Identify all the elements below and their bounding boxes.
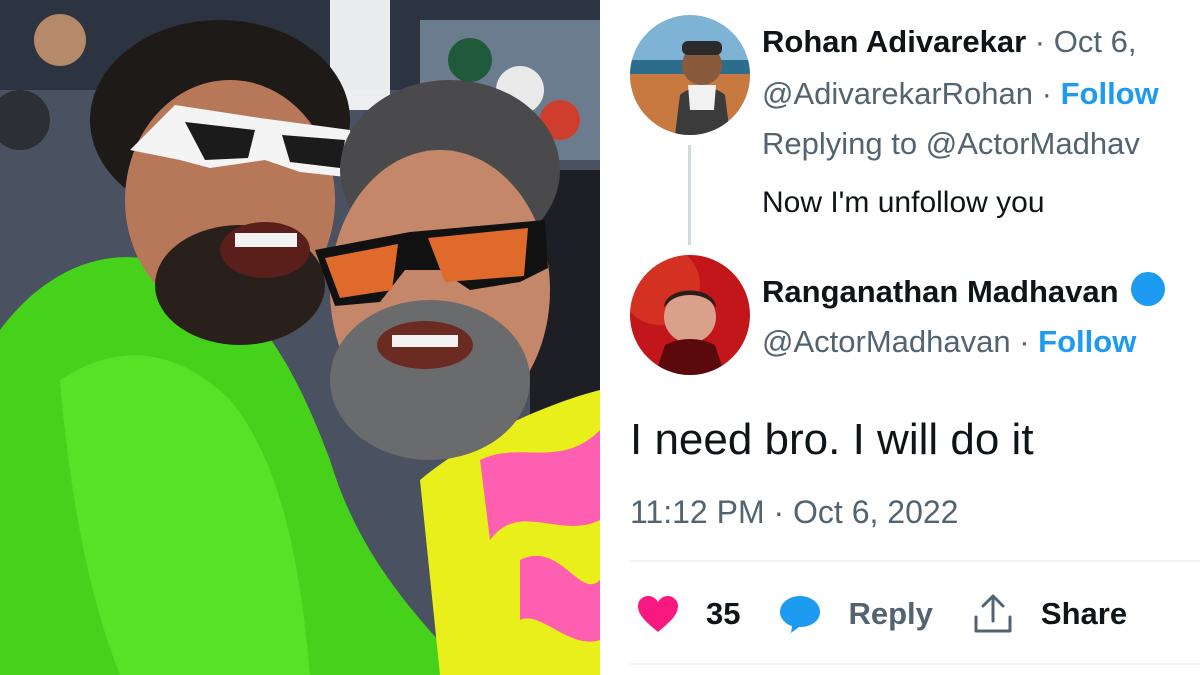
share-upload-icon <box>971 592 1015 636</box>
reply-button[interactable]: Reply <box>778 592 933 636</box>
follow-button-rohan[interactable]: Follow <box>1061 76 1159 111</box>
tweet-actions-bar: 35 Reply Share <box>636 588 1165 640</box>
main-handle-row: @ActorMadhavan · Follow <box>762 322 1136 362</box>
separator-dot: · <box>1041 76 1052 111</box>
divider-bottom <box>630 663 1200 665</box>
main-author-name[interactable]: Ranganathan Madhavan <box>762 274 1119 309</box>
reply-header: Rohan Adivarekar · Oct 6, <box>762 22 1136 62</box>
reply-date[interactable]: Oct 6, <box>1054 24 1137 59</box>
verified-badge-icon <box>1131 272 1166 306</box>
share-label: Share <box>1040 596 1128 631</box>
avatar-rohan[interactable] <box>630 15 750 135</box>
like-count: 35 <box>706 596 741 631</box>
separator-dot: · <box>1034 24 1046 59</box>
photo-illustration <box>0 0 600 675</box>
main-tweet-timestamp[interactable]: 11:12 PM · Oct 6, 2022 <box>630 490 958 534</box>
tweet-panel: Rohan Adivarekar · Oct 6, @AdivarekarRoh… <box>600 0 1200 675</box>
main-author-handle[interactable]: @ActorMadhavan <box>762 324 1011 359</box>
reply-author-name[interactable]: Rohan Adivarekar <box>762 24 1026 59</box>
main-header: Ranganathan Madhavan <box>762 272 1166 312</box>
speech-bubble-icon <box>778 592 822 636</box>
heart-icon <box>636 592 680 636</box>
photo-two-men-hugging <box>0 0 600 675</box>
share-button[interactable]: Share <box>971 592 1127 636</box>
thread-connector-line <box>688 145 691 245</box>
like-button[interactable]: 35 <box>636 592 740 636</box>
replying-to-prefix: Replying to <box>762 126 918 161</box>
follow-button-madhavan[interactable]: Follow <box>1038 324 1136 359</box>
divider <box>630 560 1200 562</box>
reply-label: Reply <box>848 596 933 631</box>
reply-text: Now I'm unfollow you <box>762 186 1045 219</box>
avatar-madhavan[interactable] <box>630 255 750 375</box>
reply-handle-row: @AdivarekarRohan · Follow <box>762 74 1159 114</box>
replying-to-line: Replying to @ActorMadhav <box>762 124 1140 164</box>
replying-to-handle[interactable]: @ActorMadhav <box>926 126 1140 161</box>
separator-dot: · <box>1019 324 1030 359</box>
main-tweet-text: I need bro. I will do it <box>630 415 1034 464</box>
reply-author-handle[interactable]: @AdivarekarRohan <box>762 76 1033 111</box>
